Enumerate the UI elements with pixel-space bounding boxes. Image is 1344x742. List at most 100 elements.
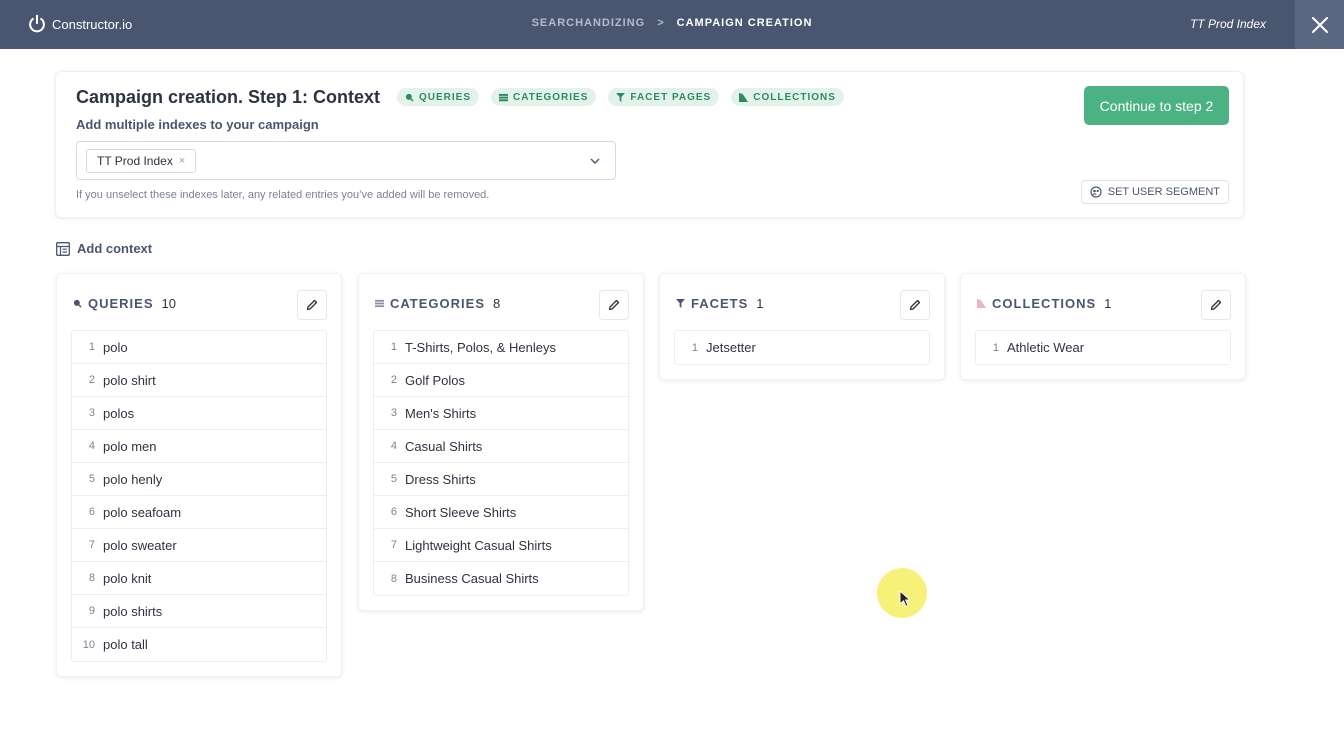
list-item: 3 polos [72,397,326,430]
list-item-number: 6 [88,506,95,518]
pencil-icon [306,299,318,311]
chevron-down-icon[interactable] [589,155,601,167]
add-context-label: Add context [77,241,153,256]
tag-queries: QUERIES [397,88,480,106]
page-title: Campaign creation. Step 1: Context [76,87,381,107]
column-title-label: CATEGORIES [390,296,485,311]
edit-collections-button[interactable] [1201,290,1231,320]
list-item-number: 5 [88,473,95,485]
list-item-number: 3 [390,407,397,419]
list-item: 1 Athletic Wear [976,331,1230,364]
list-item-label: polo sweater [103,537,177,553]
list-item-number: 5 [390,473,397,485]
list-item: 5 Dress Shirts [374,463,628,496]
context-header-card: Campaign creation. Step 1: Context QUERI… [55,71,1244,218]
list-item: 2 Golf Polos [374,364,628,397]
list-icon [499,93,509,101]
list-item-number: 6 [390,506,397,518]
table-icon [56,241,70,256]
edit-categories-button[interactable] [599,290,629,320]
selected-index-chip: TT Prod Index × [86,149,197,173]
column-header: CATEGORIES 8 [359,274,643,330]
list-item-number: 1 [88,341,95,353]
filter-icon [616,92,626,102]
list-item-number: 7 [390,539,397,551]
list-item-label: Short Sleeve Shirts [405,504,517,520]
list-item-label: polo seafoam [103,504,182,520]
list-item: 7 polo sweater [72,529,326,562]
tag-label: COLLECTIONS [753,91,836,103]
add-context-heading: Add context [56,241,152,256]
column-title-label: QUERIES [88,296,154,311]
list-item-label: polo men [103,438,157,454]
breadcrumb-searchandizing[interactable]: SEARCHANDIZING [532,17,646,29]
breadcrumb-campaign-creation: CAMPAIGN CREATION [676,17,813,29]
tag-label: CATEGORIES [513,91,589,103]
campaign-type-tags: QUERIES CATEGORIES FACET PAGES COLLECTIO… [397,88,844,106]
tag-collections: COLLECTIONS [731,88,844,106]
list-item: 1 T-Shirts, Polos, & Henleys [374,331,628,364]
list-item: 4 Casual Shirts [374,430,628,463]
list-item-label: Men's Shirts [405,405,477,421]
list-item: 10 polo tall [72,628,326,661]
column-title-label: COLLECTIONS [992,296,1097,311]
list-item: 2 polo shirt [72,364,326,397]
queries-list: 1 polo 2 polo shirt 3 polos 4 polo men 5 polo hen… [71,330,327,662]
list-item: 6 polo seafoam [72,496,326,529]
tag-label: FACET PAGES [630,91,712,103]
segment-label: SET USER SEGMENT [1107,186,1220,198]
column-count: 1 [756,296,764,311]
tag-categories: CATEGORIES [491,88,597,106]
facets-list: 1 Jetsetter [674,330,930,365]
queries-column: QUERIES 10 1 polo 2 polo shirt 3 polos 4 polo m… [56,273,342,677]
list-item-number: 10 [82,638,95,651]
list-item: 8 Business Casual Shirts [374,562,628,595]
list-item-label: polo henly [103,471,163,487]
list-item-label: T-Shirts, Polos, & Henleys [405,339,556,355]
set-user-segment-button[interactable]: SET USER SEGMENT [1080,180,1229,204]
list-item-label: polo shirts [103,603,163,619]
close-button[interactable] [1295,0,1344,49]
categories-column: CATEGORIES 8 1 T-Shirts, Polos, & Henleys… [358,273,644,611]
pencil-icon [1210,299,1222,311]
pencil-icon [909,299,921,311]
edit-queries-button[interactable] [297,290,327,320]
list-item-label: Lightweight Casual Shirts [405,537,552,553]
pencil-icon [608,299,620,311]
list-item-label: Business Casual Shirts [405,571,539,586]
tag-label: QUERIES [419,91,472,103]
column-title: FACETS 1 [676,296,764,311]
list-item-number: 1 [992,341,999,354]
list-item: 1 polo [72,331,326,364]
list-item-number: 9 [88,605,95,617]
list-item-number: 4 [390,440,397,452]
list-item: 8 polo knit [72,562,326,595]
column-header: FACETS 1 [660,274,944,330]
top-bar: Constructor.io SEARCHANDIZING > CAMPAIGN C… [0,0,1344,49]
edit-facets-button[interactable] [900,290,930,320]
chip-label: TT Prod Index [97,154,173,168]
column-title: COLLECTIONS 1 [977,296,1111,311]
search-icon [405,93,414,102]
current-index-name: TT Prod Index [1189,17,1266,31]
list-item-label: polo shirt [103,372,156,388]
list-item: 1 Jetsetter [675,331,929,364]
list-item-label: polo knit [103,570,152,586]
column-count: 1 [1104,296,1112,311]
list-item-label: polo tall [103,637,148,652]
close-icon [1311,16,1328,33]
index-multiselect[interactable]: TT Prod Index × [76,141,616,180]
continue-button[interactable]: Continue to step 2 [1084,86,1229,125]
tag-facet-pages: FACET PAGES [608,88,720,106]
list-item-label: polo [103,339,128,355]
chip-remove-icon[interactable]: × [179,155,185,167]
list-item-number: 8 [390,572,397,585]
list-item-label: Dress Shirts [405,471,476,487]
list-item: 4 polo men [72,430,326,463]
search-icon [73,299,82,308]
index-warning-note: If you unselect these indexes later, any… [76,189,490,201]
list-item-label: Athletic Wear [1007,340,1085,355]
list-item-number: 1 [390,341,397,353]
column-header: QUERIES 10 [57,274,341,330]
list-item: 5 polo henly [72,463,326,496]
